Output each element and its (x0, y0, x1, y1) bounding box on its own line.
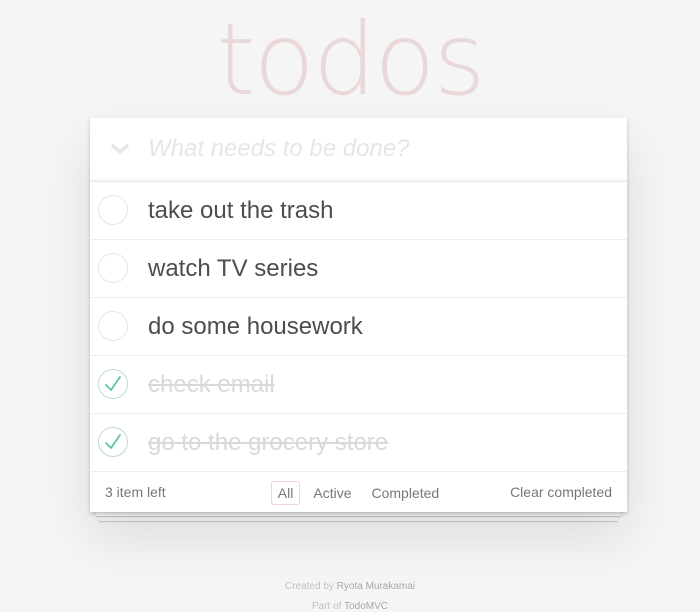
toggle-all-button[interactable] (100, 132, 140, 166)
filter-completed[interactable]: Completed (364, 481, 446, 505)
checkmark-icon (105, 376, 121, 391)
todo-header (90, 118, 627, 182)
new-todo-input[interactable] (148, 128, 608, 170)
app-title: todos (216, 1, 485, 118)
todo-footer: 3 item left All Active Completed Clear c… (90, 472, 627, 512)
todo-item[interactable]: take out the trash (90, 182, 627, 240)
todo-checkbox[interactable] (98, 195, 128, 225)
todo-label[interactable]: check email (148, 356, 275, 413)
author-link[interactable]: Ryota Murakamai (337, 581, 415, 592)
todo-label[interactable]: do some housework (148, 298, 363, 355)
todo-checkbox-checked[interactable] (98, 369, 128, 399)
todo-label[interactable]: take out the trash (148, 182, 333, 239)
todo-checkbox[interactable] (98, 311, 128, 341)
part-of-prefix: Part of (312, 601, 342, 612)
todo-item[interactable]: do some housework (90, 298, 627, 356)
todo-item[interactable]: check email (90, 356, 627, 414)
info-created-by: Created by Ryota Murakamai (0, 581, 700, 592)
todo-app: take out the trash watch TV series do so… (90, 118, 627, 512)
created-by-prefix: Created by (284, 581, 334, 592)
project-link[interactable]: TodoMVC (344, 601, 388, 612)
todo-checkbox-checked[interactable] (98, 427, 128, 457)
checkmark-icon (105, 434, 121, 449)
info-part-of: Part of TodoMVC (0, 601, 700, 612)
todo-label[interactable]: watch TV series (148, 240, 318, 297)
todo-list: take out the trash watch TV series do so… (90, 182, 627, 472)
todo-item[interactable]: watch TV series (90, 240, 627, 298)
todo-checkbox[interactable] (98, 253, 128, 283)
filter-active[interactable]: Active (306, 481, 358, 505)
todo-item[interactable]: go to the grocery store (90, 414, 627, 472)
filter-all[interactable]: All (270, 481, 301, 505)
clear-completed-button[interactable]: Clear completed (510, 472, 612, 512)
chevron-down-icon (111, 144, 129, 154)
todo-label[interactable]: go to the grocery store (148, 414, 388, 471)
